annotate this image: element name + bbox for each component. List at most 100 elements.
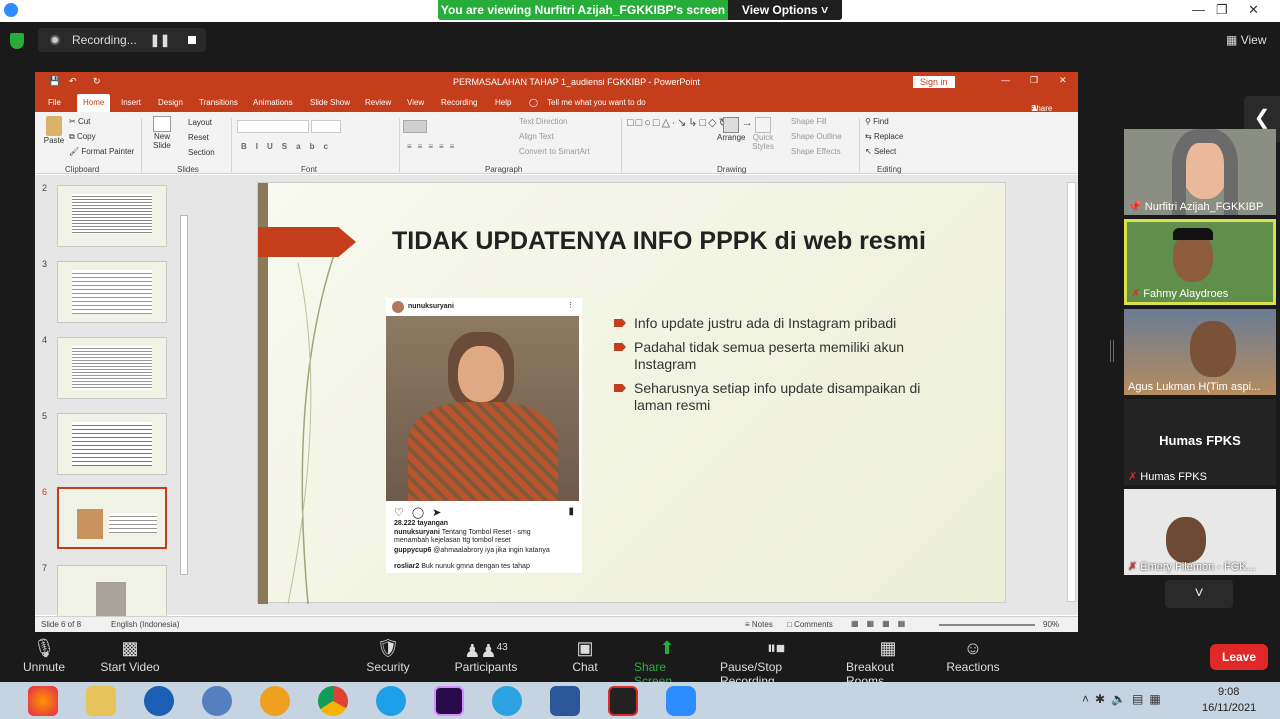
save-icon[interactable]: 💾 <box>49 76 60 87</box>
font-family-select[interactable] <box>237 120 309 133</box>
maximize-button[interactable]: ❐ <box>1216 2 1228 18</box>
ppt-minimize-button[interactable]: — <box>1001 75 1010 85</box>
arrange-button[interactable]: Arrange <box>717 117 745 142</box>
zoom-app-icon[interactable] <box>666 686 696 716</box>
shape-fill-button[interactable]: Shape Fill <box>791 117 827 126</box>
cut-button[interactable]: ✂ Cut <box>69 117 90 126</box>
video-tile[interactable]: ✗ Emery Filemon - FGK... <box>1124 489 1276 575</box>
select-button[interactable]: ↖ Select <box>865 147 896 156</box>
screen-recorder-icon[interactable] <box>608 686 638 716</box>
bullets-button[interactable] <box>403 120 427 133</box>
current-slide[interactable]: TIDAK UPDATENYA INFO PPPK di web resmi n… <box>257 182 1006 604</box>
text-direction-button[interactable]: Text Direction <box>519 117 567 126</box>
smartart-button[interactable]: Convert to SmartArt <box>519 147 590 156</box>
paste-button[interactable]: Paste <box>43 116 65 145</box>
tab-help[interactable]: Help <box>495 98 511 107</box>
view-options-button[interactable]: View Options ˅ <box>728 0 842 20</box>
reactions-button[interactable]: ☺ Reactions <box>946 636 1000 674</box>
smartart-label: Convert to SmartArt <box>519 147 590 156</box>
pause-stop-recording-button[interactable]: ⏸⏹ Pause/Stop Recording <box>720 636 832 688</box>
slide-thumbnail[interactable] <box>57 261 167 323</box>
tab-review[interactable]: Review <box>365 98 391 107</box>
new-slide-button[interactable]: New Slide <box>147 116 177 150</box>
minimize-button[interactable]: — <box>1192 2 1205 17</box>
share-screen-button[interactable]: ⬆ Share Screen <box>634 636 700 688</box>
tab-home[interactable]: Home <box>77 94 111 112</box>
chrome-icon[interactable] <box>318 686 348 716</box>
sign-in-button[interactable]: Sign in <box>913 76 955 88</box>
undo-icon[interactable]: ↶ <box>69 76 77 87</box>
find-button[interactable]: ⚲ Find <box>865 117 889 126</box>
redo-icon[interactable]: ↻ <box>93 76 101 87</box>
slide-thumbnail[interactable] <box>57 337 167 399</box>
file-explorer-icon[interactable] <box>86 686 116 716</box>
slide-thumbnail-active[interactable] <box>57 487 167 549</box>
font-format-icons[interactable]: BIUSabc <box>241 142 337 151</box>
view-mode-icons[interactable]: ▦▦▦▦ <box>851 619 913 628</box>
ppt-restore-button[interactable]: ❐ <box>1030 75 1038 86</box>
ppt-title-bar: 💾 ↶ ↻ PERMASALAHAN TAHAP 1_audiensi FGKK… <box>35 72 1078 92</box>
tab-slide-show[interactable]: Slide Show <box>310 98 350 107</box>
video-tile[interactable]: Humas FPKS ✗ Humas FPKS <box>1124 399 1276 485</box>
pin-icon: 📌 <box>1128 201 1142 213</box>
shapes-gallery[interactable]: □□○□△∙↘↳□◇↻☆→ <box>627 117 753 157</box>
tab-design[interactable]: Design <box>158 98 183 107</box>
participants-button[interactable]: ♟♟43 Participants <box>455 636 518 674</box>
tab-insert[interactable]: Insert <box>121 98 141 107</box>
ppt-close-button[interactable]: ✕ <box>1059 75 1067 86</box>
system-tray-icons[interactable]: ˄✱🔈▤▦ <box>1082 692 1167 706</box>
tab-view[interactable]: View <box>407 98 424 107</box>
comments-button[interactable]: □ Comments <box>787 620 833 629</box>
align-text-button[interactable]: Align Text <box>519 132 554 141</box>
thumbs-scrollbar[interactable] <box>180 215 188 575</box>
internet-explorer-icon[interactable] <box>376 686 406 716</box>
breakout-rooms-button[interactable]: ▦ Breakout Rooms <box>846 636 930 688</box>
leave-button[interactable]: Leave <box>1210 644 1268 670</box>
slide-thumbnail[interactable] <box>57 185 167 247</box>
math-app-icon[interactable] <box>202 686 232 716</box>
format-painter-button[interactable]: 🖌 Format Painter <box>69 147 134 156</box>
align-icons[interactable]: ≡≡≡≡≡ <box>407 142 460 151</box>
tab-file[interactable]: File <box>48 98 61 107</box>
brush-icon: 🖌 <box>69 147 80 156</box>
replace-button[interactable]: ⇆ Replace <box>865 132 903 141</box>
video-tile-active-speaker[interactable]: ✗ Fahmy Alaydroes <box>1124 219 1276 305</box>
slide-thumbnail[interactable] <box>57 413 167 475</box>
notes-button[interactable]: ≡ Notes <box>745 620 773 629</box>
video-tile[interactable]: 📌 Nurfitri Azijah_FGKKIBP <box>1124 129 1276 215</box>
settings-gear-icon[interactable] <box>260 686 290 716</box>
start-video-button[interactable]: ▩ Start Video <box>100 636 160 674</box>
video-panel-scroll-down[interactable]: ˅ <box>1165 580 1233 608</box>
bluetooth-icon[interactable] <box>144 686 174 716</box>
reset-button[interactable]: Reset <box>188 133 209 142</box>
pause-recording-icon[interactable]: ❚❚ <box>150 33 170 47</box>
security-shield-icon[interactable] <box>10 33 24 49</box>
zoom-slider[interactable] <box>939 624 1035 626</box>
shape-outline-button[interactable]: Shape Outline <box>791 132 842 141</box>
premiere-icon[interactable] <box>434 686 464 716</box>
close-button[interactable]: ✕ <box>1248 2 1259 18</box>
font-size-select[interactable] <box>311 120 341 133</box>
insta-actions[interactable]: ♡◯➤ <box>394 506 449 519</box>
bookmark-icon[interactable]: ▮ <box>568 506 574 517</box>
unmute-button[interactable]: 🎙 Unmute <box>22 636 66 674</box>
firefox-icon[interactable] <box>28 686 58 716</box>
canvas-scrollbar[interactable] <box>1067 182 1076 602</box>
copy-button[interactable]: ⧉ Copy <box>69 132 96 142</box>
security-button[interactable]: 🛡 Security <box>364 636 412 674</box>
word-icon[interactable] <box>550 686 580 716</box>
telegram-icon[interactable] <box>492 686 522 716</box>
panel-drag-handle[interactable] <box>1110 340 1114 362</box>
tab-recording[interactable]: Recording <box>441 98 477 107</box>
section-button[interactable]: Section <box>188 148 215 157</box>
quick-styles-button[interactable]: Quick Styles <box>749 117 777 151</box>
tell-me-input[interactable]: Tell me what you want to do <box>547 98 646 107</box>
video-tile[interactable]: Agus Lukman H(Tim aspi... <box>1124 309 1276 395</box>
shape-effects-button[interactable]: Shape Effects <box>791 147 841 156</box>
chat-button[interactable]: ▣ Chat <box>570 636 600 674</box>
stop-recording-icon[interactable] <box>188 36 196 44</box>
tab-animations[interactable]: Animations <box>253 98 293 107</box>
layout-button[interactable]: Layout <box>188 118 212 127</box>
tab-transitions[interactable]: Transitions <box>199 98 238 107</box>
view-button[interactable]: ▦ View <box>1226 33 1266 47</box>
